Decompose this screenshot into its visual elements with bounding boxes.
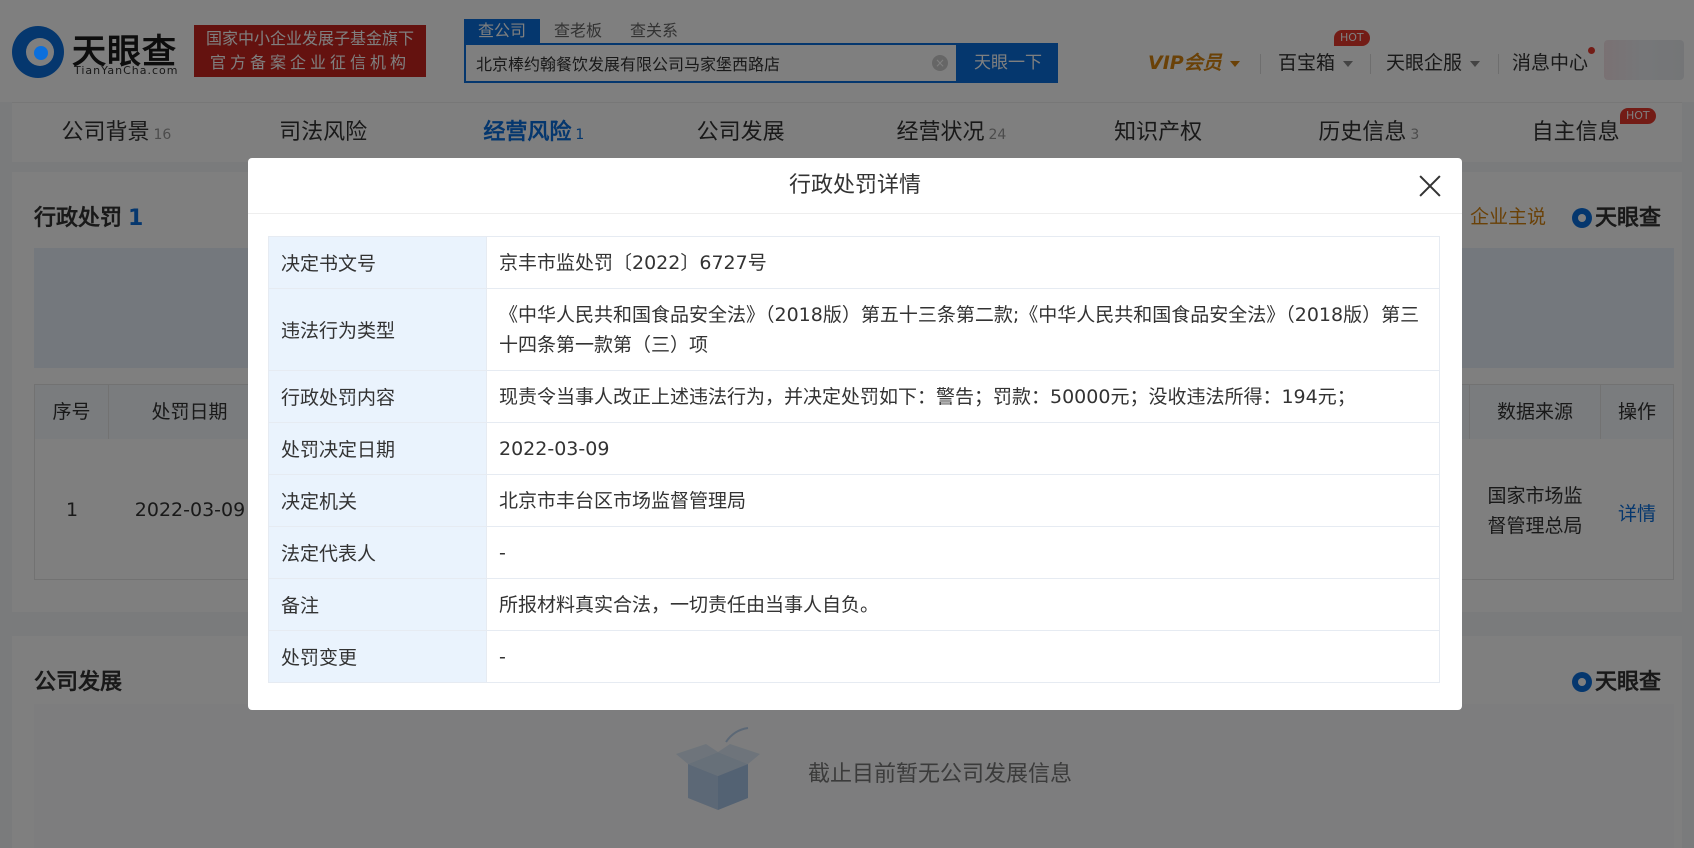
detail-row-decision-date: 处罚决定日期 2022-03-09 — [268, 422, 1440, 475]
detail-value: 北京市丰台区市场监督管理局 — [486, 474, 1440, 527]
penalty-detail-modal: 行政处罚详情 决定书文号 京丰市监处罚〔2022〕6727号 违法行为类型 《中… — [248, 158, 1462, 710]
detail-value: 《中华人民共和国食品安全法》（2018版）第五十三条第二款;《中华人民共和国食品… — [486, 288, 1440, 371]
detail-value: 所报材料真实合法，一切责任由当事人自负。 — [486, 578, 1440, 631]
detail-value: 2022-03-09 — [486, 422, 1440, 475]
detail-label: 行政处罚内容 — [268, 370, 487, 423]
modal-title: 行政处罚详情 — [248, 158, 1462, 214]
detail-label: 决定书文号 — [268, 236, 487, 289]
detail-row-violation-type: 违法行为类型 《中华人民共和国食品安全法》（2018版）第五十三条第二款;《中华… — [268, 288, 1440, 371]
detail-row-remarks: 备注 所报材料真实合法，一切责任由当事人自负。 — [268, 578, 1440, 631]
detail-label: 备注 — [268, 578, 487, 631]
detail-value: - — [486, 526, 1440, 579]
detail-label: 处罚决定日期 — [268, 422, 487, 475]
detail-label: 处罚变更 — [268, 630, 487, 683]
close-icon[interactable] — [1416, 172, 1444, 200]
detail-row-penalty-content: 行政处罚内容 现责令当事人改正上述违法行为，并决定处罚如下：警告；罚款：5000… — [268, 370, 1440, 423]
detail-row-authority: 决定机关 北京市丰台区市场监督管理局 — [268, 474, 1440, 527]
detail-row-legal-rep: 法定代表人 - — [268, 526, 1440, 579]
detail-value: - — [486, 630, 1440, 683]
penalty-detail-table: 决定书文号 京丰市监处罚〔2022〕6727号 违法行为类型 《中华人民共和国食… — [268, 236, 1440, 683]
detail-label: 违法行为类型 — [268, 288, 487, 371]
detail-value: 京丰市监处罚〔2022〕6727号 — [486, 236, 1440, 289]
detail-row-penalty-change: 处罚变更 - — [268, 630, 1440, 683]
detail-row-doc-number: 决定书文号 京丰市监处罚〔2022〕6727号 — [268, 236, 1440, 289]
detail-label: 决定机关 — [268, 474, 487, 527]
detail-value: 现责令当事人改正上述违法行为，并决定处罚如下：警告；罚款：50000元；没收违法… — [486, 370, 1440, 423]
detail-label: 法定代表人 — [268, 526, 487, 579]
